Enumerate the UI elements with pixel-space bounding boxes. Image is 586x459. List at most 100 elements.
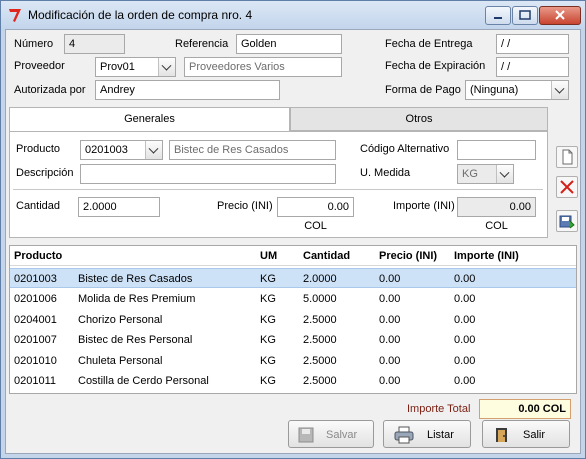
minimize-button[interactable] xyxy=(485,6,511,25)
col-importe: Importe (INI) xyxy=(454,250,519,262)
row-name: Costilla de Cerdo Personal xyxy=(78,375,209,387)
tab-otros-label: Otros xyxy=(405,113,433,125)
delete-x-icon xyxy=(560,180,574,194)
row-name: Bistec de Res Personal xyxy=(78,334,193,346)
listar-button[interactable]: Listar xyxy=(383,420,471,448)
descripcion-label: Descripción xyxy=(16,167,74,179)
chevron-down-icon xyxy=(496,165,513,183)
row-code: 0201003 xyxy=(14,273,57,285)
maximize-icon xyxy=(519,10,531,20)
items-table[interactable]: Producto UM Cantidad Precio (INI) Import… xyxy=(9,245,577,394)
new-item-button[interactable] xyxy=(556,146,578,168)
col-um: UM xyxy=(260,250,278,262)
proveedor-combo[interactable]: Prov01 xyxy=(95,57,176,77)
cantidad-label: Cantidad xyxy=(16,200,61,212)
chevron-down-icon[interactable] xyxy=(551,81,568,99)
row-code: 0201007 xyxy=(14,334,57,346)
new-document-icon xyxy=(562,149,573,165)
row-importe: 0.00 xyxy=(454,375,476,387)
table-row[interactable]: 0201011 Costilla de Cerdo Personal KG 2.… xyxy=(10,371,576,391)
row-importe: 0.00 xyxy=(454,273,476,285)
producto-name-field: Bistec de Res Casados xyxy=(169,140,336,160)
salir-label: Salir xyxy=(523,429,546,441)
maximize-button[interactable] xyxy=(512,6,538,25)
app-logo-icon xyxy=(9,9,21,22)
importe-total-label: Importe Total xyxy=(407,403,471,415)
medida-value: KG xyxy=(462,168,478,180)
col-precio: Precio (INI) xyxy=(379,250,438,262)
cantidad-field[interactable]: 2.0000 xyxy=(78,197,160,217)
row-name: Chuleta Personal xyxy=(78,355,163,367)
row-code: 0201006 xyxy=(14,293,57,305)
forma-pago-combo[interactable]: (Ninguna) xyxy=(465,80,569,100)
col-cantidad: Cantidad xyxy=(303,250,351,262)
salvar-label: Salvar xyxy=(326,429,358,441)
purchase-order-window: Modificación de la orden de compra nro. … xyxy=(0,0,586,459)
row-cantidad: 2.0000 xyxy=(303,273,337,285)
chevron-down-icon[interactable] xyxy=(158,58,175,76)
codigo-alt-field[interactable] xyxy=(457,140,536,160)
referencia-field[interactable]: Golden xyxy=(236,34,342,54)
importe-unit: COL xyxy=(485,220,508,232)
row-code: 0201011 xyxy=(14,375,57,387)
row-code: 0201010 xyxy=(14,355,57,367)
col-producto: Producto xyxy=(14,250,63,262)
precio-unit: COL xyxy=(304,220,327,232)
salvar-button[interactable]: Salvar xyxy=(288,420,374,448)
close-icon xyxy=(555,10,565,20)
row-precio: 0.00 xyxy=(379,355,401,367)
row-um: KG xyxy=(260,293,276,305)
row-importe: 0.00 xyxy=(454,334,476,346)
row-importe: 0.00 xyxy=(454,293,476,305)
title-bar[interactable]: Modificación de la orden de compra nro. … xyxy=(1,1,585,29)
listar-label: Listar xyxy=(427,429,454,441)
medida-label: U. Medida xyxy=(360,167,411,179)
tab-generales[interactable]: Generales xyxy=(9,107,290,133)
table-row[interactable]: 0201010 Chuleta Personal KG 2.5000 0.00 … xyxy=(10,351,576,371)
printer-icon xyxy=(394,426,414,444)
fecha-expiracion-label: Fecha de Expiración xyxy=(385,60,486,72)
importe-total-field: 0.00 COL xyxy=(479,399,571,419)
table-row[interactable]: 0204001 Chorizo Personal KG 2.5000 0.00 … xyxy=(10,310,576,330)
numero-field[interactable]: 4 xyxy=(64,34,125,54)
divider xyxy=(13,189,543,190)
fecha-expiracion-field[interactable]: / / xyxy=(496,57,569,77)
precio-label: Precio (INI) xyxy=(217,200,273,212)
chevron-down-icon[interactable] xyxy=(145,141,162,159)
numero-label: Número xyxy=(14,38,54,50)
tab-otros[interactable]: Otros xyxy=(290,107,548,131)
table-row[interactable]: 0201006 Molida de Res Premium KG 5.0000 … xyxy=(10,289,576,309)
window-title: Modificación de la orden de compra nro. … xyxy=(28,8,253,22)
fecha-entrega-field[interactable]: / / xyxy=(496,34,569,54)
row-cantidad: 2.5000 xyxy=(303,375,337,387)
producto-combo[interactable]: 0201003 xyxy=(80,140,163,160)
salir-button[interactable]: Salir xyxy=(482,420,570,448)
importe-label: Importe (INI) xyxy=(393,200,455,212)
descripcion-field[interactable] xyxy=(80,164,336,184)
medida-combo: KG xyxy=(457,164,514,184)
row-precio: 0.00 xyxy=(379,293,401,305)
referencia-label: Referencia xyxy=(175,38,229,50)
row-precio: 0.00 xyxy=(379,334,401,346)
save-disk-icon xyxy=(559,215,575,229)
close-button[interactable] xyxy=(539,6,581,25)
row-um: KG xyxy=(260,334,276,346)
row-um: KG xyxy=(260,314,276,326)
row-importe: 0.00 xyxy=(454,355,476,367)
table-row[interactable]: 0201007 Bistec de Res Personal KG 2.5000… xyxy=(10,330,576,350)
row-name: Molida de Res Premium xyxy=(78,293,196,305)
table-header: Producto UM Cantidad Precio (INI) Import… xyxy=(10,246,576,266)
row-name: Chorizo Personal xyxy=(78,314,163,326)
table-row[interactable]: 0201003 Bistec de Res Casados KG 2.0000 … xyxy=(10,268,576,288)
autorizada-label: Autorizada por xyxy=(14,84,86,96)
delete-item-button[interactable] xyxy=(556,176,578,198)
precio-field[interactable]: 0.00 xyxy=(277,197,354,217)
row-um: KG xyxy=(260,273,276,285)
row-name: Bistec de Res Casados xyxy=(78,273,193,285)
save-item-button[interactable] xyxy=(556,210,578,232)
row-importe: 0.00 xyxy=(454,314,476,326)
codigo-alt-label: Código Alternativo xyxy=(360,143,450,155)
row-cantidad: 5.0000 xyxy=(303,293,337,305)
producto-code: 0201003 xyxy=(85,144,128,156)
autorizada-field[interactable]: Andrey xyxy=(95,80,280,100)
